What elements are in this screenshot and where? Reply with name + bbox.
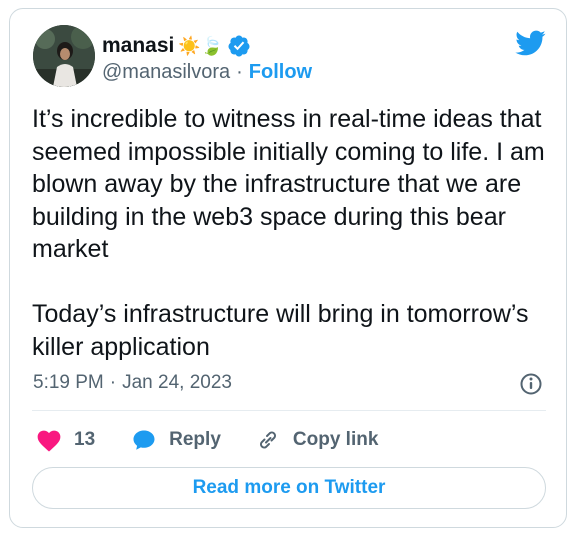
- separator-dot: ·: [236, 61, 243, 83]
- info-icon[interactable]: [519, 372, 543, 396]
- author-row: manasi ☀️🍃: [102, 31, 251, 61]
- reply-button[interactable]: Reply: [131, 428, 221, 452]
- author-name[interactable]: manasi: [102, 34, 174, 58]
- tweet-date[interactable]: Jan 24, 2023: [122, 372, 232, 394]
- tweet-text: It’s incredible to witness in real-time …: [32, 105, 545, 361]
- time-separator: ·: [109, 372, 117, 393]
- read-more-button[interactable]: Read more on Twitter: [32, 467, 546, 509]
- follow-button[interactable]: Follow: [249, 61, 312, 84]
- like-button[interactable]: 13: [36, 428, 95, 452]
- verified-badge-icon: [228, 35, 250, 57]
- heart-icon: [37, 430, 61, 452]
- tweet-card: manasi ☀️🍃 @manasilvora · Follow It’s in…: [9, 8, 567, 528]
- read-more-label: Read more on Twitter: [192, 477, 386, 498]
- like-count: 13: [74, 429, 96, 450]
- avatar[interactable]: [33, 25, 95, 87]
- timestamp[interactable]: 5:19 PM · Jan 24, 2023: [33, 372, 232, 394]
- handle-row: @manasilvora · Follow: [102, 61, 312, 84]
- divider: [32, 410, 546, 411]
- copy-link-button[interactable]: Copy link: [255, 428, 379, 452]
- action-bar: 13 Reply Copy link: [36, 423, 378, 457]
- reply-label: Reply: [169, 429, 221, 450]
- copy-link-label: Copy link: [292, 429, 379, 450]
- author-handle[interactable]: @manasilvora: [102, 61, 230, 84]
- twitter-bird-icon[interactable]: [514, 29, 546, 57]
- tweet-time[interactable]: 5:19 PM: [33, 372, 104, 394]
- link-icon: [259, 431, 276, 449]
- avatar-image: [33, 25, 95, 87]
- reply-bubble-icon: [133, 430, 155, 450]
- name-emojis: ☀️🍃: [178, 36, 224, 56]
